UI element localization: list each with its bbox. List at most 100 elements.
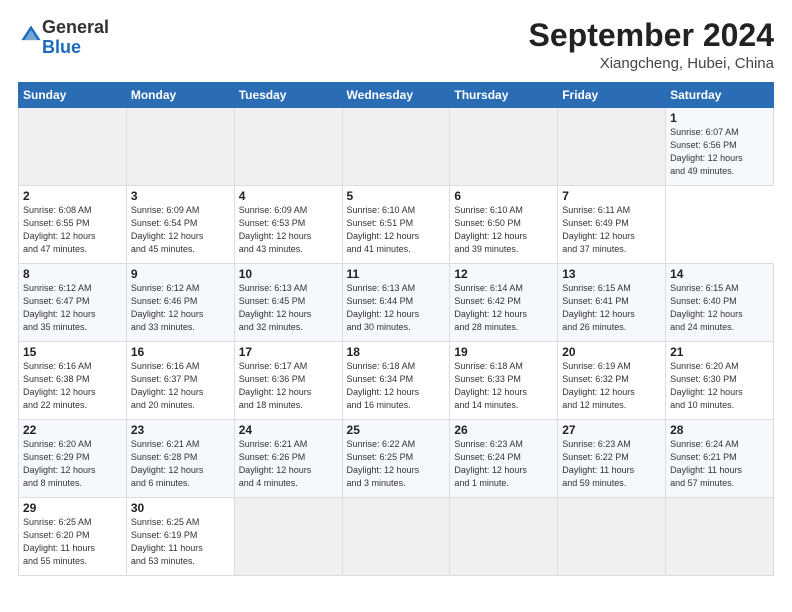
day-number: 9 [131, 267, 230, 281]
calendar-day-cell: 18 Sunrise: 6:18 AMSunset: 6:34 PMDaylig… [342, 342, 450, 420]
day-number: 23 [131, 423, 230, 437]
day-info: Sunrise: 6:19 AMSunset: 6:32 PMDaylight:… [562, 361, 635, 410]
calendar-week-row: 22 Sunrise: 6:20 AMSunset: 6:29 PMDaylig… [19, 420, 774, 498]
day-number: 3 [131, 189, 230, 203]
day-info: Sunrise: 6:23 AMSunset: 6:22 PMDaylight:… [562, 439, 634, 488]
calendar-day-cell: 16 Sunrise: 6:16 AMSunset: 6:37 PMDaylig… [126, 342, 234, 420]
day-number: 27 [562, 423, 661, 437]
location: Xiangcheng, Hubei, China [529, 55, 774, 72]
day-of-week-header: Thursday [450, 83, 558, 108]
month-title: September 2024 [529, 18, 774, 53]
calendar-day-cell: 30 Sunrise: 6:25 AMSunset: 6:19 PMDaylig… [126, 498, 234, 576]
day-number: 14 [670, 267, 769, 281]
day-of-week-header: Monday [126, 83, 234, 108]
calendar-week-row: 1 Sunrise: 6:07 AMSunset: 6:56 PMDayligh… [19, 108, 774, 186]
day-info: Sunrise: 6:22 AMSunset: 6:25 PMDaylight:… [347, 439, 420, 488]
calendar-day-cell: 21 Sunrise: 6:20 AMSunset: 6:30 PMDaylig… [666, 342, 774, 420]
day-info: Sunrise: 6:09 AMSunset: 6:54 PMDaylight:… [131, 205, 204, 254]
day-info: Sunrise: 6:13 AMSunset: 6:45 PMDaylight:… [239, 283, 312, 332]
calendar-day-cell: 24 Sunrise: 6:21 AMSunset: 6:26 PMDaylig… [234, 420, 342, 498]
page: General Blue September 2024 Xiangcheng, … [0, 0, 792, 612]
day-number: 13 [562, 267, 661, 281]
day-info: Sunrise: 6:20 AMSunset: 6:30 PMDaylight:… [670, 361, 743, 410]
day-info: Sunrise: 6:18 AMSunset: 6:34 PMDaylight:… [347, 361, 420, 410]
day-of-week-header: Tuesday [234, 83, 342, 108]
day-number: 11 [347, 267, 446, 281]
day-number: 18 [347, 345, 446, 359]
day-number: 22 [23, 423, 122, 437]
calendar-day-cell: 20 Sunrise: 6:19 AMSunset: 6:32 PMDaylig… [558, 342, 666, 420]
calendar-day-cell: 27 Sunrise: 6:23 AMSunset: 6:22 PMDaylig… [558, 420, 666, 498]
calendar-day-cell: 7 Sunrise: 6:11 AMSunset: 6:49 PMDayligh… [558, 186, 666, 264]
calendar-header-row: SundayMondayTuesdayWednesdayThursdayFrid… [19, 83, 774, 108]
day-info: Sunrise: 6:07 AMSunset: 6:56 PMDaylight:… [670, 127, 743, 176]
calendar-day-cell: 25 Sunrise: 6:22 AMSunset: 6:25 PMDaylig… [342, 420, 450, 498]
day-info: Sunrise: 6:21 AMSunset: 6:28 PMDaylight:… [131, 439, 204, 488]
calendar-day-cell: 1 Sunrise: 6:07 AMSunset: 6:56 PMDayligh… [666, 108, 774, 186]
day-info: Sunrise: 6:25 AMSunset: 6:20 PMDaylight:… [23, 517, 95, 566]
day-number: 5 [347, 189, 446, 203]
day-number: 8 [23, 267, 122, 281]
calendar-day-cell: 12 Sunrise: 6:14 AMSunset: 6:42 PMDaylig… [450, 264, 558, 342]
day-number: 24 [239, 423, 338, 437]
calendar-day-cell: 14 Sunrise: 6:15 AMSunset: 6:40 PMDaylig… [666, 264, 774, 342]
calendar-day-cell [558, 498, 666, 576]
day-number: 21 [670, 345, 769, 359]
calendar-day-cell: 10 Sunrise: 6:13 AMSunset: 6:45 PMDaylig… [234, 264, 342, 342]
calendar-day-cell: 23 Sunrise: 6:21 AMSunset: 6:28 PMDaylig… [126, 420, 234, 498]
day-info: Sunrise: 6:08 AMSunset: 6:55 PMDaylight:… [23, 205, 96, 254]
day-info: Sunrise: 6:24 AMSunset: 6:21 PMDaylight:… [670, 439, 742, 488]
day-info: Sunrise: 6:18 AMSunset: 6:33 PMDaylight:… [454, 361, 527, 410]
calendar-day-cell [666, 498, 774, 576]
logo-text: General Blue [42, 18, 109, 58]
logo-icon [20, 24, 42, 46]
day-number: 26 [454, 423, 553, 437]
day-info: Sunrise: 6:12 AMSunset: 6:47 PMDaylight:… [23, 283, 96, 332]
day-info: Sunrise: 6:09 AMSunset: 6:53 PMDaylight:… [239, 205, 312, 254]
day-of-week-header: Friday [558, 83, 666, 108]
calendar-day-cell: 8 Sunrise: 6:12 AMSunset: 6:47 PMDayligh… [19, 264, 127, 342]
day-number: 29 [23, 501, 122, 515]
day-number: 16 [131, 345, 230, 359]
calendar-day-cell: 4 Sunrise: 6:09 AMSunset: 6:53 PMDayligh… [234, 186, 342, 264]
calendar-week-row: 29 Sunrise: 6:25 AMSunset: 6:20 PMDaylig… [19, 498, 774, 576]
day-of-week-header: Sunday [19, 83, 127, 108]
day-number: 30 [131, 501, 230, 515]
day-of-week-header: Wednesday [342, 83, 450, 108]
day-number: 25 [347, 423, 446, 437]
calendar-day-cell: 29 Sunrise: 6:25 AMSunset: 6:20 PMDaylig… [19, 498, 127, 576]
calendar-day-cell: 22 Sunrise: 6:20 AMSunset: 6:29 PMDaylig… [19, 420, 127, 498]
calendar-day-cell: 9 Sunrise: 6:12 AMSunset: 6:46 PMDayligh… [126, 264, 234, 342]
calendar-day-cell: 15 Sunrise: 6:16 AMSunset: 6:38 PMDaylig… [19, 342, 127, 420]
calendar-day-cell: 26 Sunrise: 6:23 AMSunset: 6:24 PMDaylig… [450, 420, 558, 498]
day-number: 19 [454, 345, 553, 359]
calendar-day-cell: 28 Sunrise: 6:24 AMSunset: 6:21 PMDaylig… [666, 420, 774, 498]
day-info: Sunrise: 6:11 AMSunset: 6:49 PMDaylight:… [562, 205, 635, 254]
logo-general: General [42, 17, 109, 37]
title-block: September 2024 Xiangcheng, Hubei, China [529, 18, 774, 72]
day-info: Sunrise: 6:16 AMSunset: 6:38 PMDaylight:… [23, 361, 96, 410]
day-of-week-header: Saturday [666, 83, 774, 108]
day-info: Sunrise: 6:10 AMSunset: 6:51 PMDaylight:… [347, 205, 420, 254]
calendar-day-cell [450, 108, 558, 186]
logo: General Blue [18, 18, 109, 58]
calendar-week-row: 8 Sunrise: 6:12 AMSunset: 6:47 PMDayligh… [19, 264, 774, 342]
day-info: Sunrise: 6:16 AMSunset: 6:37 PMDaylight:… [131, 361, 204, 410]
day-info: Sunrise: 6:14 AMSunset: 6:42 PMDaylight:… [454, 283, 527, 332]
day-info: Sunrise: 6:10 AMSunset: 6:50 PMDaylight:… [454, 205, 527, 254]
day-info: Sunrise: 6:13 AMSunset: 6:44 PMDaylight:… [347, 283, 420, 332]
day-info: Sunrise: 6:15 AMSunset: 6:40 PMDaylight:… [670, 283, 743, 332]
day-info: Sunrise: 6:15 AMSunset: 6:41 PMDaylight:… [562, 283, 635, 332]
day-info: Sunrise: 6:20 AMSunset: 6:29 PMDaylight:… [23, 439, 96, 488]
calendar-week-row: 2 Sunrise: 6:08 AMSunset: 6:55 PMDayligh… [19, 186, 774, 264]
calendar-day-cell: 13 Sunrise: 6:15 AMSunset: 6:41 PMDaylig… [558, 264, 666, 342]
calendar-day-cell: 6 Sunrise: 6:10 AMSunset: 6:50 PMDayligh… [450, 186, 558, 264]
calendar-day-cell [234, 498, 342, 576]
calendar-day-cell [126, 108, 234, 186]
day-number: 12 [454, 267, 553, 281]
calendar-day-cell [234, 108, 342, 186]
day-info: Sunrise: 6:23 AMSunset: 6:24 PMDaylight:… [454, 439, 527, 488]
calendar-day-cell [450, 498, 558, 576]
calendar-day-cell [342, 498, 450, 576]
day-info: Sunrise: 6:21 AMSunset: 6:26 PMDaylight:… [239, 439, 312, 488]
